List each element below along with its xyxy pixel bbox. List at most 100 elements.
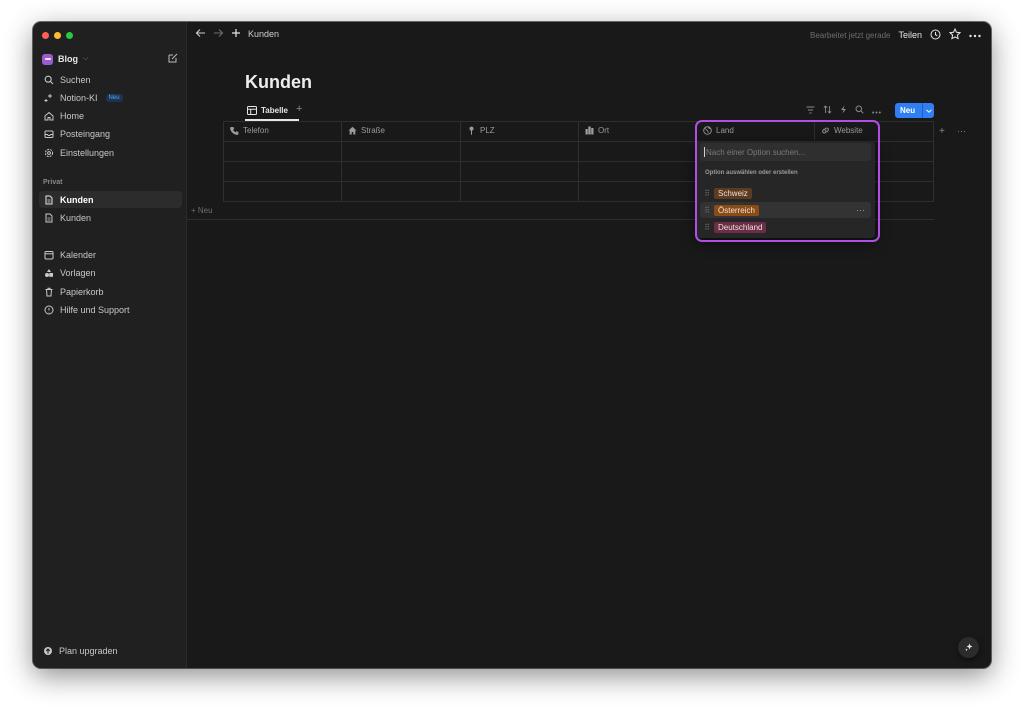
workspace-logo-icon (42, 53, 53, 65)
sidebar-page-kunden[interactable]: Kunden (39, 209, 182, 226)
column-divider (223, 121, 224, 201)
workspace-name: Blog (58, 54, 78, 64)
upgrade-plan-button[interactable]: Plan upgraden (43, 646, 118, 656)
page-icon (44, 195, 54, 205)
drag-handle-icon[interactable]: ⠿ (700, 223, 714, 232)
option-tag: Deutschland (714, 221, 767, 233)
maximize-window-button[interactable] (66, 32, 73, 39)
sidebar-item-help[interactable]: Hilfe und Support (39, 301, 182, 318)
sidebar-item-trash[interactable]: Papierkorb (39, 283, 182, 300)
sidebar-item-home[interactable]: Home (39, 107, 182, 124)
add-column-icon[interactable]: + (939, 126, 945, 137)
option-oesterreich[interactable]: ⠿ Österreich ··· (700, 202, 871, 218)
sparkle-icon (44, 93, 54, 103)
upgrade-plan-label: Plan upgraden (59, 646, 118, 656)
column-divider (341, 121, 342, 201)
forward-arrow-icon[interactable] (213, 28, 224, 40)
link-icon (821, 126, 830, 135)
new-badge: Neu (105, 93, 123, 102)
search-icon (44, 75, 54, 85)
more-options-icon[interactable] (969, 30, 981, 40)
search-icon[interactable] (855, 105, 864, 116)
sidebar-item-search[interactable]: Suchen (39, 71, 182, 88)
column-divider (933, 121, 934, 201)
share-button[interactable]: Teilen (898, 30, 922, 40)
home-icon (44, 111, 54, 121)
minimize-window-button[interactable] (54, 32, 61, 39)
sidebar-item-label: Kalender (60, 249, 97, 260)
add-view-icon[interactable]: + (296, 103, 302, 115)
sparkle-icon (964, 642, 974, 654)
edit-status: Bearbeitet jetzt gerade (809, 30, 891, 40)
page-icon (44, 213, 54, 223)
breadcrumb[interactable]: Kunden (248, 29, 279, 39)
chevron-down-icon[interactable] (923, 108, 934, 113)
tab-table-view[interactable]: Tabelle (247, 105, 288, 115)
view-more-icon[interactable] (872, 106, 881, 116)
option-tag: Schweiz (714, 187, 752, 199)
gear-icon (44, 148, 54, 158)
sidebar-page-kunden-active[interactable]: Kunden (39, 191, 182, 208)
ai-assistant-button[interactable] (958, 637, 979, 658)
sidebar-item-label: Notion-KI (60, 92, 98, 103)
view-toolbar (806, 105, 881, 116)
close-window-button[interactable] (42, 32, 49, 39)
option-search-field[interactable] (700, 143, 871, 161)
new-entry-label: Neu (900, 106, 916, 115)
option-more-icon[interactable]: ··· (856, 205, 865, 215)
new-page-icon[interactable] (167, 52, 179, 64)
sidebar-item-inbox[interactable]: Posteingang (39, 125, 182, 142)
text-cursor (704, 147, 705, 157)
table-icon (247, 105, 257, 115)
column-header-strasse[interactable]: Straße (348, 126, 385, 135)
automation-bolt-icon[interactable] (840, 105, 847, 116)
back-arrow-icon[interactable] (195, 28, 206, 40)
drag-handle-icon[interactable]: ⠿ (700, 189, 714, 198)
sidebar-item-label: Posteingang (60, 128, 111, 139)
column-label: Land (716, 126, 734, 135)
column-divider (578, 121, 579, 201)
column-header-ort[interactable]: Ort (585, 126, 609, 135)
sidebar-item-label: Home (60, 110, 85, 121)
select-option-dropdown: Option auswählen oder erstellen ⠿ Schwei… (696, 141, 875, 238)
sidebar-item-notion-ai[interactable]: Notion-KI Neu (39, 89, 182, 106)
option-search-input[interactable] (706, 147, 866, 157)
filter-icon[interactable] (806, 106, 815, 116)
sidebar-item-label: Einstellungen (60, 147, 115, 158)
sidebar-page-label: Kunden (60, 212, 92, 223)
column-header-plz[interactable]: PLZ (467, 126, 495, 135)
sidebar-item-label: Hilfe und Support (60, 304, 130, 315)
globe-icon (703, 126, 712, 135)
column-more-icon[interactable]: ··· (957, 126, 966, 136)
upgrade-icon (43, 646, 53, 656)
help-icon (44, 305, 54, 315)
column-header-website[interactable]: Website (821, 126, 863, 135)
column-header-land[interactable]: Land (703, 126, 734, 135)
add-row-button[interactable]: + Neu (191, 206, 213, 215)
option-deutschland[interactable]: ⠿ Deutschland (700, 219, 871, 235)
column-label: PLZ (480, 126, 495, 135)
sort-icon[interactable] (823, 105, 832, 116)
column-label: Website (834, 126, 863, 135)
workspace-switcher[interactable]: Blog ⌵ (42, 52, 88, 66)
breadcrumb-page-icon (231, 28, 241, 40)
column-header-telefon[interactable]: Telefon (230, 126, 269, 135)
column-label: Straße (361, 126, 386, 135)
trash-icon (44, 287, 54, 297)
option-schweiz[interactable]: ⠿ Schweiz (700, 185, 871, 201)
sidebar-item-templates[interactable]: Vorlagen (39, 264, 182, 281)
dropdown-section-label: Option auswählen oder erstellen (705, 170, 798, 176)
sidebar-item-label: Vorlagen (60, 267, 96, 278)
drag-handle-icon[interactable]: ⠿ (700, 206, 714, 215)
page-title[interactable]: Kunden (245, 72, 312, 93)
new-entry-button[interactable]: Neu (895, 103, 934, 118)
clock-icon[interactable] (930, 29, 941, 42)
city-icon (585, 126, 594, 135)
chevron-down-icon: ⌵ (83, 55, 89, 62)
star-icon[interactable] (948, 27, 962, 42)
sidebar-item-settings[interactable]: Einstellungen (39, 144, 182, 161)
sidebar-item-calendar[interactable]: Kalender (39, 246, 182, 263)
window-controls (42, 32, 73, 39)
column-label: Telefon (243, 126, 269, 135)
sidebar-item-label: Papierkorb (60, 286, 104, 297)
